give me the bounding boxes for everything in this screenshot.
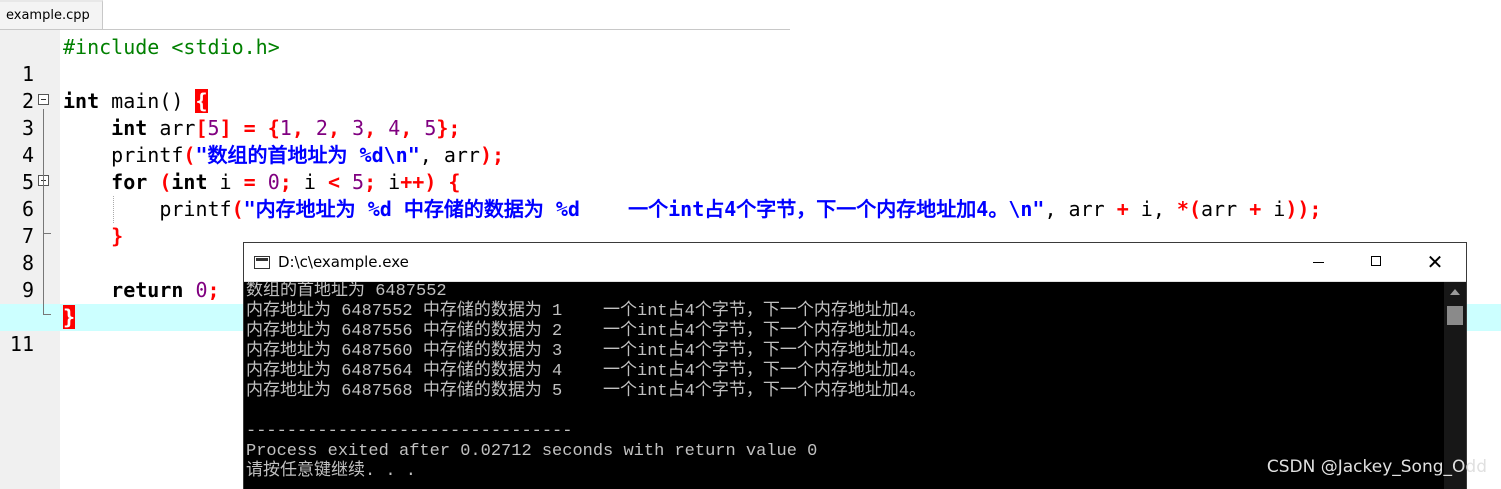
console-separator: -------------------------------- [246, 422, 573, 441]
console-line: 内存地址为 6487564 中存储的数据为 4 一个int占4个字节，下一个内存… [246, 362, 927, 381]
console-output[interactable]: 数组的首地址为 6487552 内存地址为 6487552 中存储的数据为 1 … [244, 282, 1444, 489]
console-line: 内存地址为 6487568 中存储的数据为 5 一个int占4个字节，下一个内存… [246, 382, 927, 401]
fold-end-marker [43, 233, 51, 234]
code-text: int arr[5] = {1, 2, 3, 4, 5}; [111, 116, 461, 140]
fold-end-marker [43, 314, 51, 315]
code-text: return 0; [111, 278, 220, 302]
console-line: 内存地址为 6487560 中存储的数据为 3 一个int占4个字节，下一个内存… [246, 342, 927, 361]
console-title: D:\c\example.exe [278, 253, 409, 271]
code-text: int main() { [63, 89, 208, 113]
code-line-3[interactable]: 3 int main() { [0, 88, 1501, 140]
console-line: 请按任意键继续. . . [246, 462, 417, 481]
code-line-1[interactable]: 1 #include <stdio.h> [0, 34, 1501, 86]
code-text: printf("内存地址为 %d 中存储的数据为 %d 一个int占4个字节，下… [159, 197, 1322, 221]
code-line-6[interactable]: 6 for (int i = 0; i < 5; i++) { [0, 169, 1501, 221]
watermark: CSDN @Jackey_Song_Odd [1266, 457, 1487, 477]
close-button[interactable]: ✕ [1406, 243, 1464, 281]
fold-collapse-icon[interactable] [38, 94, 49, 105]
code-text: } [63, 304, 76, 331]
console-line: 内存地址为 6487556 中存储的数据为 2 一个int占4个字节，下一个内存… [246, 322, 927, 341]
tab-example-cpp[interactable]: example.cpp [0, 0, 103, 29]
scroll-up-arrow-icon[interactable] [1450, 289, 1460, 295]
fold-guide-main [43, 109, 44, 314]
code-text: } [111, 224, 124, 248]
console-window[interactable]: D:\c\example.exe ✕ 数组的首地址为 6487552 内存地址为… [244, 243, 1466, 489]
line-number: 11 [9, 332, 34, 356]
matched-brace: { [195, 89, 208, 113]
maximize-button[interactable] [1348, 243, 1406, 281]
code-text: for (int i = 0; i < 5; i++) { [111, 170, 461, 194]
code-line-2[interactable]: 2 [0, 61, 1501, 113]
console-line: 内存地址为 6487552 中存储的数据为 1 一个int占4个字节，下一个内存… [246, 302, 927, 321]
console-title-bar[interactable]: D:\c\example.exe ✕ [244, 243, 1466, 282]
code-text: #include <stdio.h> [63, 35, 280, 59]
scrollbar-thumb[interactable] [1447, 306, 1463, 325]
console-line: Process exited after 0.02712 seconds wit… [246, 442, 818, 461]
code-text: printf("数组的首地址为 %d\n", arr); [111, 143, 505, 167]
console-line: 数组的首地址为 6487552 [246, 282, 447, 301]
indent-guide [113, 196, 114, 223]
console-app-icon[interactable] [254, 256, 270, 269]
tab-bar: example.cpp [0, 0, 1501, 30]
code-line-7[interactable]: 7 printf("内存地址为 %d 中存储的数据为 %d 一个int占4个字节… [0, 196, 1501, 248]
matched-brace: } [63, 305, 76, 329]
code-line-5[interactable]: 5 printf("数组的首地址为 %d\n", arr); [0, 142, 1501, 194]
minimize-button[interactable] [1290, 243, 1348, 281]
code-line-4[interactable]: 4 int arr[5] = {1, 2, 3, 4, 5}; [0, 115, 1501, 167]
